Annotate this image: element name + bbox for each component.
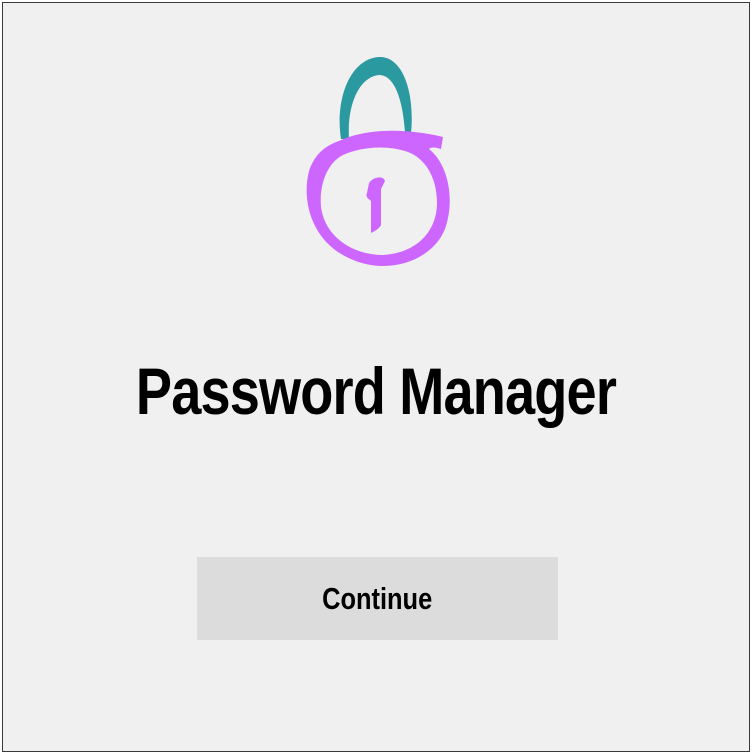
app-window: Password Manager Continue [2,2,750,752]
continue-button[interactable]: Continue [197,557,558,640]
continue-button-label: Continue [322,580,433,616]
lock-shackle [339,56,412,140]
app-title: Password Manager [135,354,617,428]
lock-icon [299,53,459,278]
lock-keyhole [366,177,385,233]
